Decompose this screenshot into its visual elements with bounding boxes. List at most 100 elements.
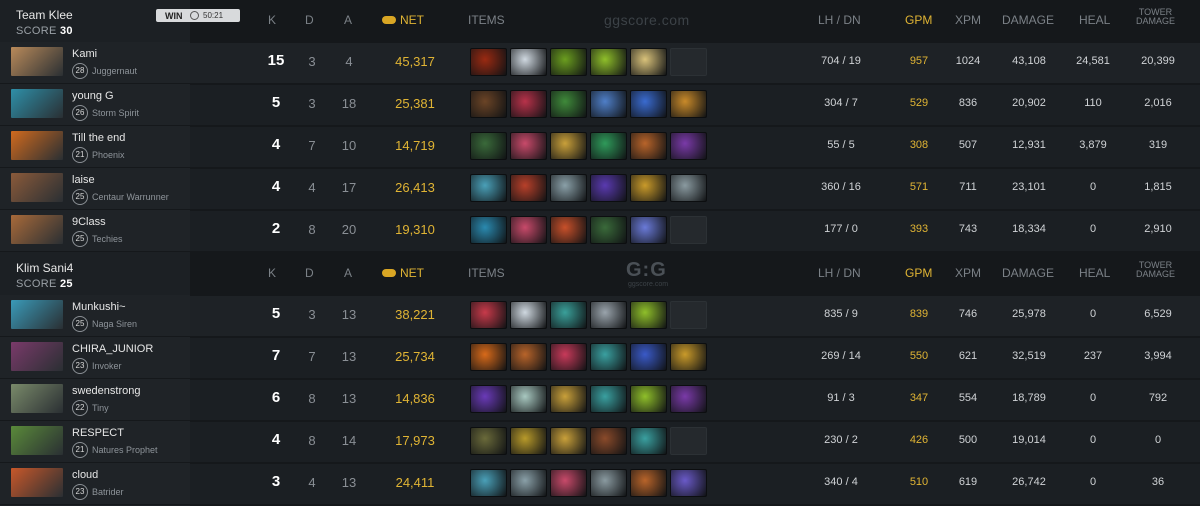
col-heal-header[interactable]: HEAL [1079,13,1110,27]
item-icon[interactable] [510,90,547,118]
col-items-header[interactable]: ITEMS [468,13,505,27]
col-heal-header[interactable]: HEAL [1079,266,1110,280]
item-icon[interactable] [590,343,627,371]
player-name[interactable]: CHIRA_JUNIOR [72,343,153,355]
hero-portrait[interactable] [11,173,63,202]
item-icon[interactable] [550,132,587,160]
player-row[interactable]: cloud 23 Batrider 3 4 13 24,411 340 / 4 510 619 26… [0,463,1200,505]
item-icon[interactable] [630,343,667,371]
player-name[interactable]: Munkushi~ [72,301,126,313]
col-k-header[interactable]: K [268,266,276,280]
item-icon[interactable] [550,216,587,244]
item-icon[interactable] [670,132,707,160]
item-icon[interactable] [630,427,667,455]
col-lhdn-header[interactable]: LH / DN [818,13,861,27]
item-icon[interactable] [630,385,667,413]
player-name[interactable]: 9Class [72,216,106,228]
item-icon[interactable] [670,469,707,497]
item-icon[interactable] [550,90,587,118]
item-icon[interactable] [630,90,667,118]
col-xpm-header[interactable]: XPM [955,13,981,27]
player-row[interactable]: young G 26 Storm Spirit 5 3 18 25,381 304 / 7 52… [0,84,1200,126]
player-name[interactable]: swedenstrong [72,385,141,397]
item-icon[interactable] [470,48,507,76]
hero-portrait[interactable] [11,89,63,118]
item-icon[interactable] [550,48,587,76]
item-icon[interactable] [590,385,627,413]
col-net-header[interactable]: NET [382,13,424,27]
col-tower-damage-header[interactable]: TOWER DAMAGE [1136,8,1175,26]
empty-item-slot[interactable] [670,427,707,455]
hero-portrait[interactable] [11,468,63,497]
item-icon[interactable] [510,427,547,455]
item-icon[interactable] [470,301,507,329]
player-name[interactable]: RESPECT [72,427,124,439]
item-icon[interactable] [510,216,547,244]
item-icon[interactable] [590,174,627,202]
item-icon[interactable] [630,469,667,497]
item-icon[interactable] [510,385,547,413]
item-icon[interactable] [670,90,707,118]
item-icon[interactable] [590,427,627,455]
item-icon[interactable] [630,174,667,202]
col-net-header[interactable]: NET [382,266,424,280]
player-row[interactable]: Munkushi~ 25 Naga Siren 5 3 13 38,221 835 / 9 83… [0,295,1200,337]
item-icon[interactable] [590,48,627,76]
item-icon[interactable] [470,174,507,202]
hero-portrait[interactable] [11,215,63,244]
item-icon[interactable] [670,343,707,371]
hero-portrait[interactable] [11,300,63,329]
item-icon[interactable] [590,216,627,244]
item-icon[interactable] [510,132,547,160]
empty-item-slot[interactable] [670,301,707,329]
col-items-header[interactable]: ITEMS [468,266,505,280]
item-icon[interactable] [550,385,587,413]
item-icon[interactable] [670,174,707,202]
col-lhdn-header[interactable]: LH / DN [818,266,861,280]
col-gpm-header[interactable]: GPM [905,266,932,280]
player-row[interactable]: laise 25 Centaur Warrunner 4 4 17 26,413 360 / … [0,168,1200,210]
item-icon[interactable] [550,174,587,202]
col-tower-damage-header[interactable]: TOWER DAMAGE [1136,261,1175,279]
empty-item-slot[interactable] [670,48,707,76]
col-gpm-header[interactable]: GPM [905,13,932,27]
item-icon[interactable] [670,385,707,413]
col-xpm-header[interactable]: XPM [955,266,981,280]
col-k-header[interactable]: K [268,13,276,27]
player-row[interactable]: Kami 28 Juggernaut 15 3 4 45,317 704 / 19 957 102… [0,42,1200,84]
player-name[interactable]: young G [72,90,114,102]
player-row[interactable]: swedenstrong 22 Tiny 6 8 13 14,836 91 / 3 347 554… [0,379,1200,421]
item-icon[interactable] [470,469,507,497]
empty-item-slot[interactable] [670,216,707,244]
team-name[interactable]: Klim Sani4 [16,261,186,275]
item-icon[interactable] [510,48,547,76]
item-icon[interactable] [550,427,587,455]
col-damage-header[interactable]: DAMAGE [1002,266,1054,280]
hero-portrait[interactable] [11,131,63,160]
item-icon[interactable] [470,216,507,244]
item-icon[interactable] [590,90,627,118]
col-d-header[interactable]: D [305,13,314,27]
item-icon[interactable] [510,174,547,202]
col-a-header[interactable]: A [344,13,352,27]
player-name[interactable]: Till the end [72,132,125,144]
hero-portrait[interactable] [11,384,63,413]
item-icon[interactable] [630,48,667,76]
item-icon[interactable] [470,385,507,413]
col-d-header[interactable]: D [305,266,314,280]
item-icon[interactable] [470,132,507,160]
col-damage-header[interactable]: DAMAGE [1002,13,1054,27]
item-icon[interactable] [470,343,507,371]
item-icon[interactable] [590,132,627,160]
item-icon[interactable] [550,469,587,497]
item-icon[interactable] [510,301,547,329]
player-row[interactable]: Till the end 21 Phoenix 4 7 10 14,719 55 / 5 308… [0,126,1200,168]
item-icon[interactable] [470,90,507,118]
player-row[interactable]: CHIRA_JUNIOR 23 Invoker 7 7 13 25,734 269 / 14 5… [0,337,1200,379]
item-icon[interactable] [630,216,667,244]
player-row[interactable]: RESPECT 21 Natures Prophet 4 8 14 17,973 230 / … [0,421,1200,463]
item-icon[interactable] [550,343,587,371]
player-name[interactable]: cloud [72,469,98,481]
hero-portrait[interactable] [11,426,63,455]
item-icon[interactable] [590,301,627,329]
